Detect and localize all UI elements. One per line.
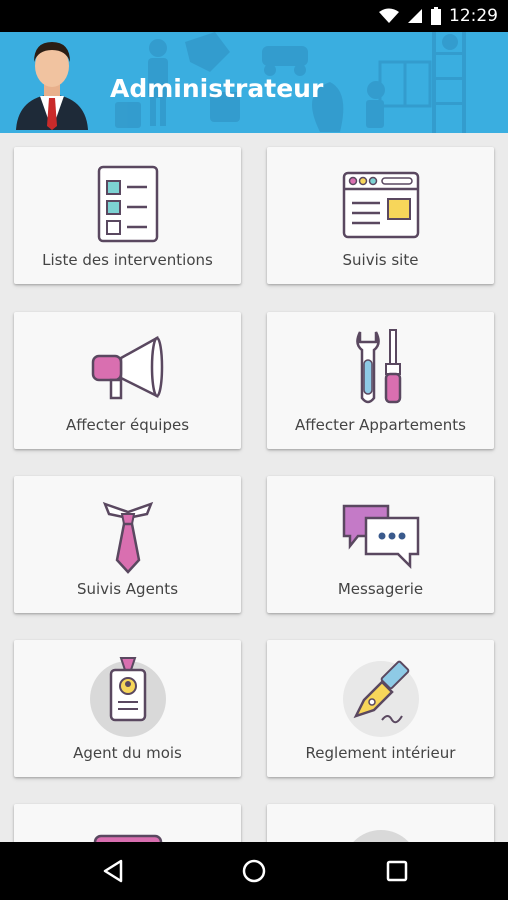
menu-card-partial[interactable]: [267, 804, 494, 842]
app-header: Administrateur: [0, 32, 508, 133]
menu-card-label: Affecter équipes: [65, 416, 190, 434]
signal-icon: [408, 9, 422, 23]
menu-card-label: Affecter Appartements: [295, 416, 466, 434]
menu-card-interventions[interactable]: Liste des interventions: [14, 147, 241, 284]
navigation-bar: [0, 842, 508, 900]
chat-bubbles-icon: [342, 504, 419, 570]
browser-window-icon: [342, 171, 419, 239]
tools-icon: [355, 329, 401, 404]
checklist-icon: [97, 165, 158, 243]
menu-card-label: Liste des interventions: [42, 251, 213, 269]
menu-grid[interactable]: Liste des interventions Suivis site Affe…: [0, 133, 508, 842]
wifi-icon: [379, 8, 399, 23]
menu-card-suivis-site[interactable]: Suivis site: [267, 147, 494, 284]
ticket-icon: [93, 834, 162, 842]
home-icon[interactable]: [239, 856, 269, 886]
menu-card-affecter-equipes[interactable]: Affecter équipes: [14, 312, 241, 449]
menu-card-label: Suivis Agents: [76, 580, 179, 598]
tie-icon: [102, 501, 153, 574]
megaphone-icon: [91, 335, 163, 400]
menu-card-partial[interactable]: [14, 804, 241, 842]
page-title: Administrateur: [110, 74, 324, 103]
circle-icon: [352, 830, 409, 842]
menu-card-affecter-appartements[interactable]: Affecter Appartements: [267, 312, 494, 449]
status-bar: 12:29: [0, 0, 508, 32]
menu-card-label: Reglement intérieur: [305, 744, 456, 762]
recents-icon[interactable]: [382, 856, 412, 886]
menu-card-reglement-interieur[interactable]: Reglement intérieur: [267, 640, 494, 777]
avatar: [16, 42, 88, 130]
back-icon[interactable]: [98, 856, 128, 886]
menu-card-label: Agent du mois: [73, 744, 182, 762]
menu-card-suivis-agents[interactable]: Suivis Agents: [14, 476, 241, 613]
id-badge-icon: [89, 657, 166, 737]
menu-card-label: Suivis site: [342, 251, 419, 269]
menu-card-agent-du-mois[interactable]: Agent du mois: [14, 640, 241, 777]
menu-card-messagerie[interactable]: Messagerie: [267, 476, 494, 613]
menu-card-label: Messagerie: [337, 580, 424, 598]
status-time: 12:29: [449, 6, 498, 26]
battery-icon: [431, 7, 441, 25]
fountain-pen-icon: [342, 660, 419, 737]
